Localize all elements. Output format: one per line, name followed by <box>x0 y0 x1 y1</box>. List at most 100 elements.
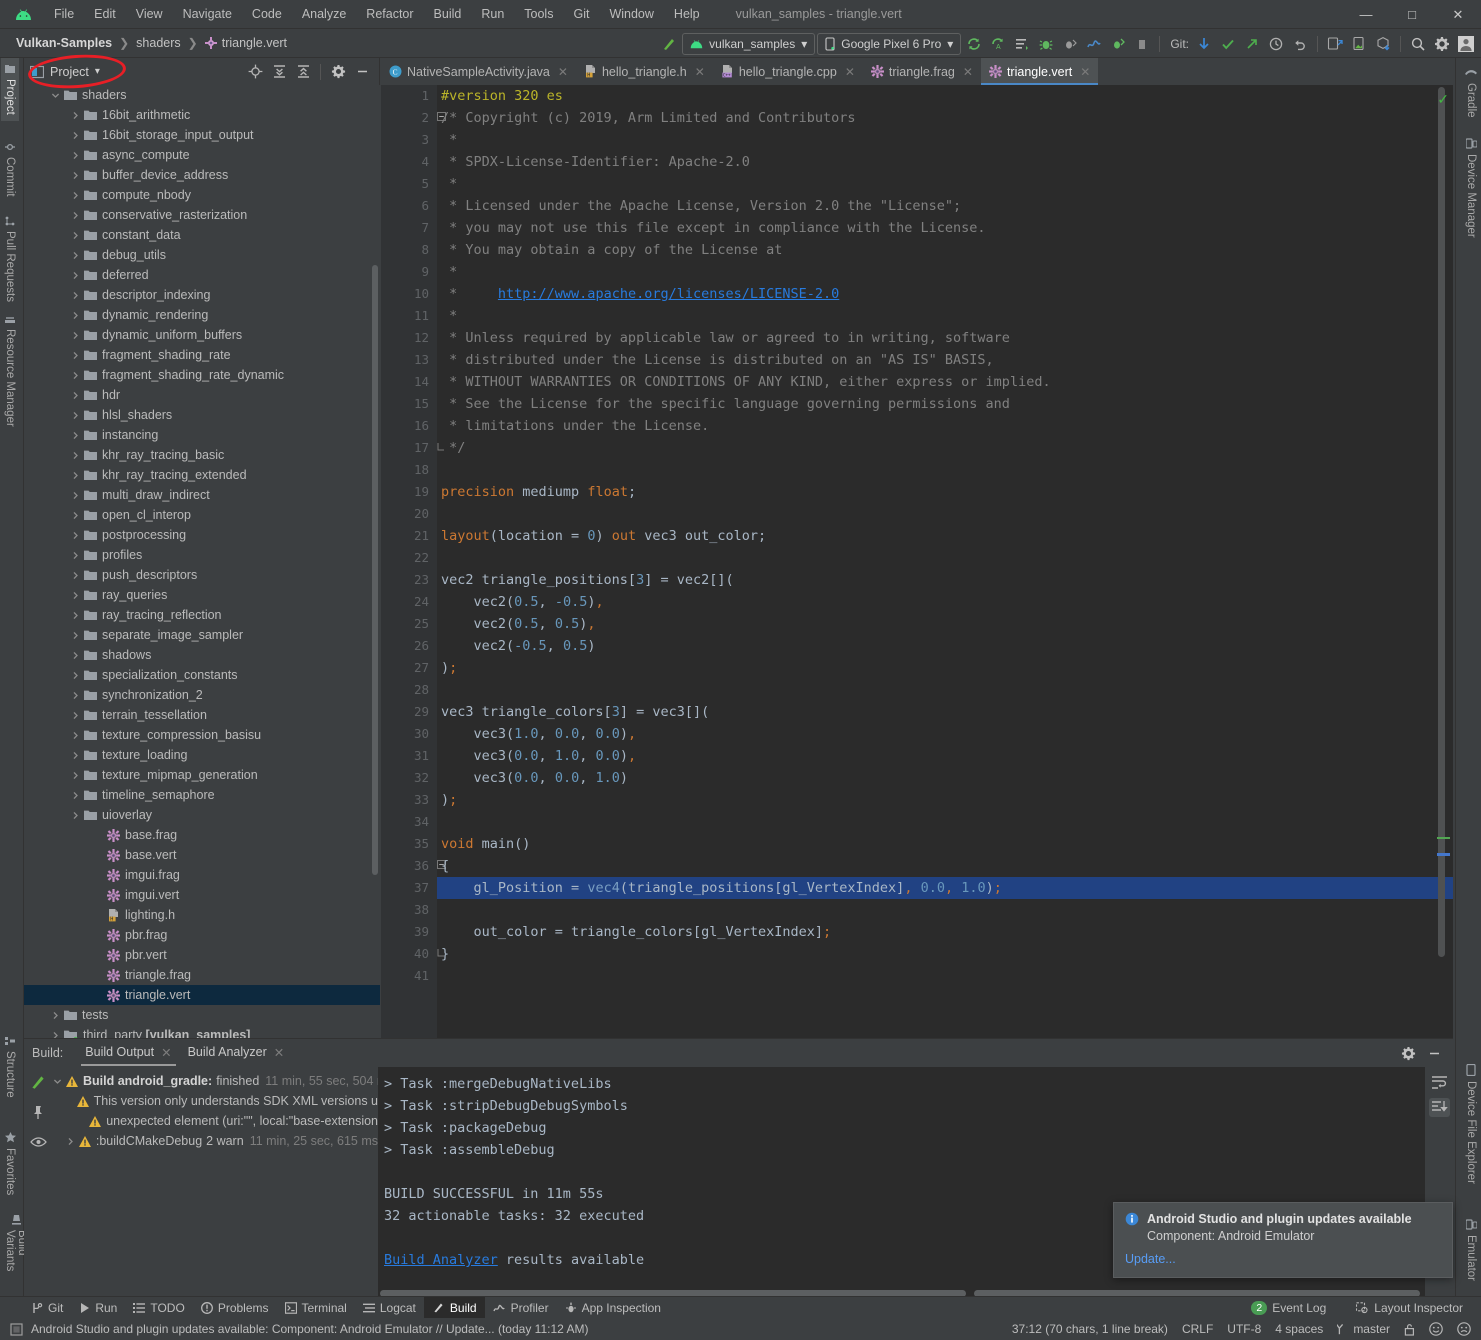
menu-help[interactable]: Help <box>664 4 710 24</box>
tree-item-uioverlay[interactable]: uioverlay <box>24 805 380 825</box>
code-line[interactable]: ); <box>437 657 1453 679</box>
tree-item-third_party-vulkan_samples-[interactable]: third_party [vulkan_samples] <box>24 1025 380 1038</box>
tree-item-debug_utils[interactable]: debug_utils <box>24 245 380 265</box>
collapse-all-icon[interactable] <box>292 61 314 83</box>
build-icon[interactable] <box>29 1073 47 1091</box>
chevron-right-icon[interactable] <box>70 450 81 461</box>
code-line[interactable]: * http://www.apache.org/licenses/LICENSE… <box>437 283 1453 305</box>
settings-icon[interactable] <box>327 61 349 83</box>
editor-tab-triangle-vert[interactable]: triangle.vert✕ <box>981 58 1098 85</box>
indent-setting[interactable]: 4 spaces <box>1275 1322 1323 1336</box>
chevron-down-icon[interactable] <box>50 90 61 101</box>
tree-item-pbr.frag[interactable]: pbr.frag <box>24 925 380 945</box>
tab-build-analyzer[interactable]: Build Analyzer ✕ <box>180 1041 293 1066</box>
breadcrumb-shaders[interactable]: shaders <box>132 34 184 52</box>
tree-item-instancing[interactable]: instancing <box>24 425 380 445</box>
code-line[interactable] <box>437 459 1453 481</box>
build-tree-item[interactable]: :buildCMakeDebug2 warn11 min, 25 sec, 61… <box>52 1131 378 1151</box>
close-icon[interactable]: ✕ <box>695 65 705 79</box>
tree-item-open_cl_interop[interactable]: open_cl_interop <box>24 505 380 525</box>
tree-item-ray_queries[interactable]: ray_queries <box>24 585 380 605</box>
tree-item-multi_draw_indirect[interactable]: multi_draw_indirect <box>24 485 380 505</box>
code-line[interactable]: */ <box>437 437 1453 459</box>
sidebar-item-device-manager[interactable]: Device Manager <box>1462 132 1480 244</box>
undo-icon[interactable] <box>1289 33 1311 55</box>
sidebar-item-emulator[interactable]: Emulator <box>1462 1213 1480 1287</box>
code-line[interactable]: vec2(0.5, 0.5), <box>437 613 1453 635</box>
code-line[interactable]: ); <box>437 789 1453 811</box>
chevron-right-icon[interactable] <box>70 590 81 601</box>
tree-item-buffer_device_address[interactable]: buffer_device_address <box>24 165 380 185</box>
tree-item-triangle.vert[interactable]: triangle.vert <box>24 985 380 1005</box>
tree-item-postprocessing[interactable]: postprocessing <box>24 525 380 545</box>
happy-face-icon[interactable] <box>1429 1322 1443 1336</box>
tree-item-hdr[interactable]: hdr <box>24 385 380 405</box>
editor-vertical-scrollbar[interactable] <box>1438 87 1445 957</box>
chevron-right-icon[interactable] <box>70 530 81 541</box>
tree-item-specialization_constants[interactable]: specialization_constants <box>24 665 380 685</box>
menu-file[interactable]: File <box>44 4 84 24</box>
tree-item-conservative_rasterization[interactable]: conservative_rasterization <box>24 205 380 225</box>
notification-balloon[interactable]: Android Studio and plugin updates availa… <box>1113 1202 1453 1278</box>
chevron-right-icon[interactable] <box>70 330 81 341</box>
account-icon[interactable] <box>1455 33 1477 55</box>
close-icon[interactable]: ✕ <box>963 65 973 79</box>
sad-face-icon[interactable] <box>1457 1322 1471 1336</box>
history-icon[interactable] <box>1265 33 1287 55</box>
code-line[interactable]: * SPDX-License-Identifier: Apache-2.0 <box>437 151 1453 173</box>
code-line[interactable] <box>437 503 1453 525</box>
project-tree-scrollbar[interactable] <box>372 265 378 875</box>
chevron-right-icon[interactable] <box>50 1010 61 1021</box>
editor-tab-triangle-frag[interactable]: triangle.frag✕ <box>863 58 981 85</box>
chevron-right-icon[interactable] <box>70 190 81 201</box>
menu-window[interactable]: Window <box>599 4 663 24</box>
chevron-down-icon[interactable]: ▾ <box>95 66 100 77</box>
tree-item-texture_compression_basisu[interactable]: texture_compression_basisu <box>24 725 380 745</box>
code-line[interactable]: * limitations under the License. <box>437 415 1453 437</box>
chevron-right-icon[interactable] <box>70 750 81 761</box>
tab-build-output[interactable]: Build Output ✕ <box>77 1041 179 1066</box>
bottom-tab-app-inspection[interactable]: App Inspection <box>557 1297 669 1319</box>
chevron-right-icon[interactable] <box>70 630 81 641</box>
code-line[interactable]: * See the License for the specific langu… <box>437 393 1453 415</box>
status-message[interactable]: Android Studio and plugin updates availa… <box>31 1322 588 1336</box>
chevron-right-icon[interactable] <box>70 150 81 161</box>
git-branch[interactable]: master <box>1337 1322 1390 1336</box>
chevron-right-icon[interactable] <box>70 390 81 401</box>
code-line[interactable]: * <box>437 129 1453 151</box>
sidebar-item-structure[interactable]: Structure <box>1 1030 19 1104</box>
chevron-right-icon[interactable] <box>70 270 81 281</box>
chevron-right-icon[interactable] <box>70 130 81 141</box>
tree-item-imgui.frag[interactable]: imgui.frag <box>24 865 380 885</box>
tree-item-compute_nbody[interactable]: compute_nbody <box>24 185 380 205</box>
eye-icon[interactable] <box>30 1135 47 1149</box>
chevron-right-icon[interactable] <box>70 410 81 421</box>
code-line[interactable]: vec3 triangle_colors[3] = vec3[]( <box>437 701 1453 723</box>
code-line[interactable] <box>437 965 1453 987</box>
tree-item-dynamic_uniform_buffers[interactable]: dynamic_uniform_buffers <box>24 325 380 345</box>
tree-item-base.frag[interactable]: base.frag <box>24 825 380 845</box>
device-manager-icon[interactable] <box>1348 33 1370 55</box>
bottom-tab-build[interactable]: Build <box>424 1297 485 1319</box>
tree-item-constant_data[interactable]: constant_data <box>24 225 380 245</box>
bottom-tab-todo[interactable]: TODO <box>125 1297 192 1319</box>
tree-item-khr_ray_tracing_basic[interactable]: khr_ray_tracing_basic <box>24 445 380 465</box>
code-line[interactable]: vec3(1.0, 0.0, 0.0), <box>437 723 1453 745</box>
chevron-right-icon[interactable] <box>70 170 81 181</box>
sidebar-item-commit[interactable]: Commit <box>1 136 19 203</box>
editor-tab-hello_triangle-cpp[interactable]: C++hello_triangle.cpp✕ <box>713 58 863 85</box>
code-line[interactable]: * You may obtain a copy of the License a… <box>437 239 1453 261</box>
code-line[interactable]: layout(location = 0) out vec3 out_color; <box>437 525 1453 547</box>
tree-item-fragment_shading_rate[interactable]: fragment_shading_rate <box>24 345 380 365</box>
layout-inspector-button[interactable]: Layout Inspector <box>1348 1297 1471 1319</box>
tree-item-tests[interactable]: tests <box>24 1005 380 1025</box>
tree-item-pbr.vert[interactable]: pbr.vert <box>24 945 380 965</box>
tree-item-lighting.h[interactable]: Hlighting.h <box>24 905 380 925</box>
notification-action-link[interactable]: Update... <box>1125 1252 1440 1266</box>
chevron-right-icon[interactable] <box>70 570 81 581</box>
menu-git[interactable]: Git <box>563 4 599 24</box>
attach-debugger-icon[interactable] <box>1059 33 1081 55</box>
tree-item-deferred[interactable]: deferred <box>24 265 380 285</box>
sync-gradle-icon[interactable] <box>963 33 985 55</box>
tree-item-descriptor_indexing[interactable]: descriptor_indexing <box>24 285 380 305</box>
